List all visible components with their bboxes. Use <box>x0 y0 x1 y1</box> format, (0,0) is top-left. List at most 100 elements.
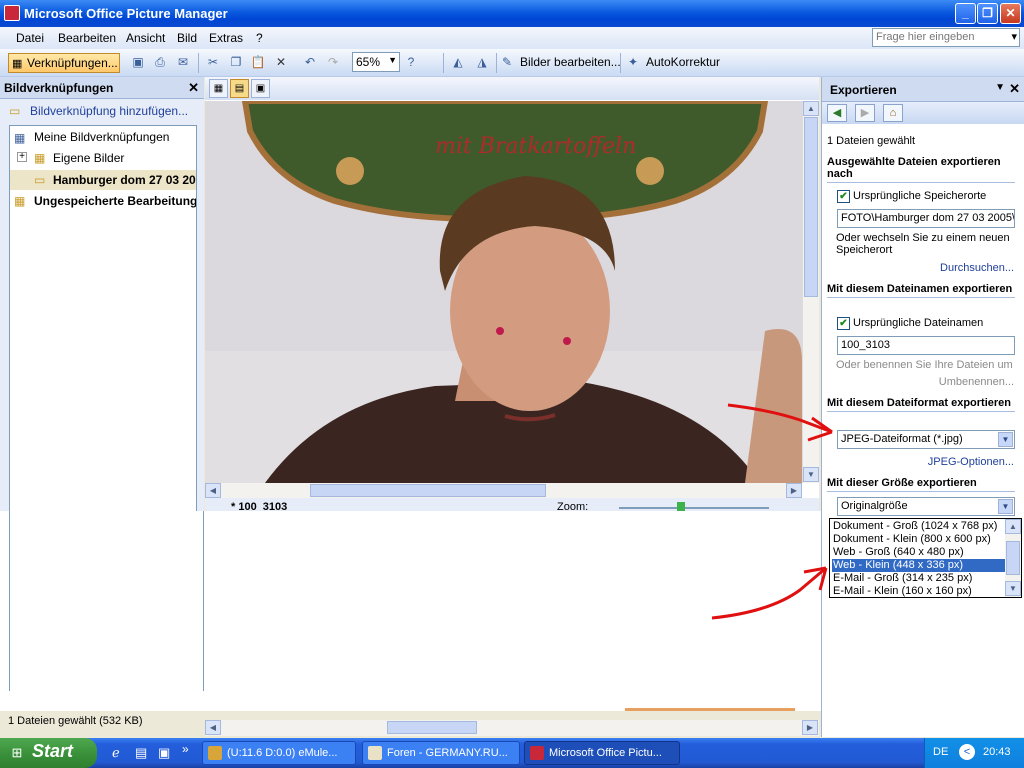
redo-icon[interactable]: ↷ <box>325 54 341 70</box>
menu-bild[interactable]: Bild <box>177 31 197 45</box>
rename-link[interactable]: Umbenennen... <box>939 376 1014 388</box>
menu-extras[interactable]: Extras <box>209 31 243 45</box>
chevron-down-icon[interactable]: ▼ <box>998 499 1013 514</box>
tree-item-unsaved[interactable]: Ungespeicherte Bearbeitung <box>34 194 196 208</box>
size-dropdown-list: Dokument - Groß (1024 x 768 px) Dokument… <box>829 518 1022 598</box>
size-option[interactable]: Web - Groß (640 x 480 px) <box>832 546 1006 559</box>
home-icon[interactable]: ⌂ <box>883 104 903 122</box>
scroll-thumb[interactable] <box>387 721 477 734</box>
section-export-filename: Mit diesem Dateinamen exportieren <box>827 283 1015 298</box>
folder-add-icon: ▭ <box>9 104 21 118</box>
scroll-down-icon[interactable]: ▼ <box>803 467 819 482</box>
menu-bar: Datei Bearbeiten Ansicht Bild Extras ? <box>0 27 1024 49</box>
add-shortcut-link[interactable]: Bildverknüpfung hinzufügen... <box>30 104 188 118</box>
jpeg-options-link[interactable]: JPEG-Optionen... <box>928 456 1014 468</box>
filmstrip-view-icon[interactable]: ▤ <box>230 79 249 98</box>
size-option[interactable]: Dokument - Groß (1024 x 768 px) <box>832 520 1006 533</box>
view-toolbar: ▦ ▤ ▣ <box>205 77 819 100</box>
zoom-slider[interactable] <box>619 507 769 509</box>
thumbnail-scrollbar[interactable]: ◀ ▶ <box>205 720 819 736</box>
expand-icon[interactable]: + <box>17 152 27 162</box>
zoom-slider-thumb[interactable] <box>677 502 685 511</box>
single-view-icon[interactable]: ▣ <box>251 79 270 98</box>
location-field[interactable]: FOTO\Hamburger dom 27 03 2005\ <box>837 209 1015 228</box>
back-icon[interactable]: ◀ <box>827 104 847 122</box>
image-vertical-scrollbar[interactable]: ▲ ▼ <box>802 101 819 483</box>
menu-datei[interactable]: Datei <box>16 31 44 45</box>
format-select[interactable]: JPEG-Dateiformat (*.jpg) ▼ <box>837 430 1015 449</box>
chevron-down-icon[interactable]: ▼ <box>995 82 1005 93</box>
quicklaunch-more-icon[interactable]: » <box>182 742 189 756</box>
shortcuts-button[interactable]: ▦ Verknüpfungen... <box>8 53 120 73</box>
chevron-down-icon[interactable]: ▼ <box>998 432 1013 447</box>
language-indicator[interactable]: DE <box>933 746 948 758</box>
forward-icon[interactable]: ▶ <box>855 104 875 122</box>
task-label: (U:11.6 D:0.0) eMule... <box>227 747 338 759</box>
close-pane-icon[interactable]: ✕ <box>188 80 199 96</box>
close-window-button[interactable]: ✕ <box>1000 3 1021 24</box>
cut-icon[interactable]: ✂ <box>205 54 221 70</box>
menu-help[interactable]: ? <box>256 31 263 45</box>
restore-button[interactable]: ❐ <box>977 3 998 24</box>
edit-pictures-button[interactable]: ✎ Bilder bearbeiten... <box>502 53 621 73</box>
size-option[interactable]: Dokument - Klein (800 x 600 px) <box>832 533 1006 546</box>
task-picture-manager[interactable]: Microsoft Office Pictu... <box>524 741 680 765</box>
scroll-thumb[interactable] <box>804 117 818 297</box>
close-pane-icon[interactable]: ✕ <box>1009 81 1020 97</box>
tree-root[interactable]: Meine Bildverknüpfungen <box>34 130 169 144</box>
current-filename: * 100_3103 <box>231 501 288 511</box>
minimize-button[interactable]: _ <box>955 3 976 24</box>
original-location-checkbox[interactable]: ✔ <box>837 190 850 203</box>
scroll-right-icon[interactable]: ▶ <box>786 483 802 498</box>
clock: 20:43 <box>983 746 1011 758</box>
scroll-left-icon[interactable]: ◀ <box>205 483 221 498</box>
size-option[interactable]: E-Mail - Klein (160 x 160 px) <box>832 585 1006 598</box>
dropdown-scrollbar[interactable]: ▲ ▼ <box>1005 519 1021 597</box>
scroll-down-icon[interactable]: ▼ <box>1005 581 1021 596</box>
scroll-up-icon[interactable]: ▲ <box>803 101 819 116</box>
left-pane-title: Bildverknüpfungen <box>4 81 114 95</box>
tray-expand-icon[interactable]: < <box>959 744 975 760</box>
title-bar[interactable]: Microsoft Office Picture Manager _ ❐ ✕ <box>0 0 1024 27</box>
zoom-select[interactable]: 65% ▼ <box>352 52 400 72</box>
undo-icon[interactable]: ↶ <box>302 54 318 70</box>
save-icon[interactable]: ▣ <box>130 54 146 70</box>
tree-item-eigene-bilder[interactable]: Eigene Bilder <box>53 151 124 165</box>
filename-field[interactable]: 100_3103 <box>837 336 1015 355</box>
toolbar: ▦ Verknüpfungen... ▣ ⎙ ✉ ✂ ❐ 📋 ✕ ↶ ↷ ? ◭… <box>0 49 1024 77</box>
media-icon[interactable]: ▣ <box>158 745 170 761</box>
size-option[interactable]: E-Mail - Groß (314 x 235 px) <box>832 572 1006 585</box>
location-hint: Oder wechseln Sie zu einem neuen Speiche… <box>836 232 1010 256</box>
image-horizontal-scrollbar[interactable]: ◀ ▶ <box>205 483 802 498</box>
original-location-label: Ursprüngliche Speicherorte <box>853 190 987 202</box>
copy-icon[interactable]: ❐ <box>228 54 244 70</box>
rotate-right-icon[interactable]: ◮ <box>474 54 490 70</box>
task-emule[interactable]: (U:11.6 D:0.0) eMule... <box>202 741 356 765</box>
menu-bearbeiten[interactable]: Bearbeiten <box>58 31 116 45</box>
autocorrect-button[interactable]: ✦ AutoKorrektur <box>626 53 720 73</box>
tree-item-hamburger-dom[interactable]: Hamburger dom 27 03 20 <box>53 173 196 187</box>
task-foren[interactable]: Foren - GERMANY.RU... <box>362 741 520 765</box>
scroll-up-icon[interactable]: ▲ <box>1005 519 1021 534</box>
size-select[interactable]: Originalgröße ▼ <box>837 497 1015 516</box>
explorer-icon[interactable]: ▤ <box>135 745 147 761</box>
delete-icon[interactable]: ✕ <box>273 54 289 70</box>
rotate-left-icon[interactable]: ◭ <box>450 54 466 70</box>
help-question-input[interactable]: Frage hier eingeben <box>872 28 1020 47</box>
scroll-left-icon[interactable]: ◀ <box>205 720 221 735</box>
scroll-right-icon[interactable]: ▶ <box>802 720 818 735</box>
ie-icon[interactable]: ℯ <box>112 745 120 761</box>
menu-ansicht[interactable]: Ansicht <box>126 31 165 45</box>
original-filename-checkbox[interactable]: ✔ <box>837 317 850 330</box>
scroll-thumb[interactable] <box>1006 541 1020 575</box>
size-option-selected[interactable]: Web - Klein (448 x 336 px) <box>832 559 1006 572</box>
print-icon[interactable]: ⎙ <box>152 54 168 70</box>
help-icon[interactable]: ? <box>403 54 419 70</box>
email-icon[interactable]: ✉ <box>175 54 191 70</box>
paste-icon[interactable]: 📋 <box>250 54 266 70</box>
browse-link[interactable]: Durchsuchen... <box>940 262 1014 274</box>
scroll-thumb[interactable] <box>310 484 546 497</box>
picture-manager-icon <box>530 746 544 760</box>
thumbnail-view-icon[interactable]: ▦ <box>209 79 228 98</box>
dropdown-overlay-blank <box>0 511 830 711</box>
